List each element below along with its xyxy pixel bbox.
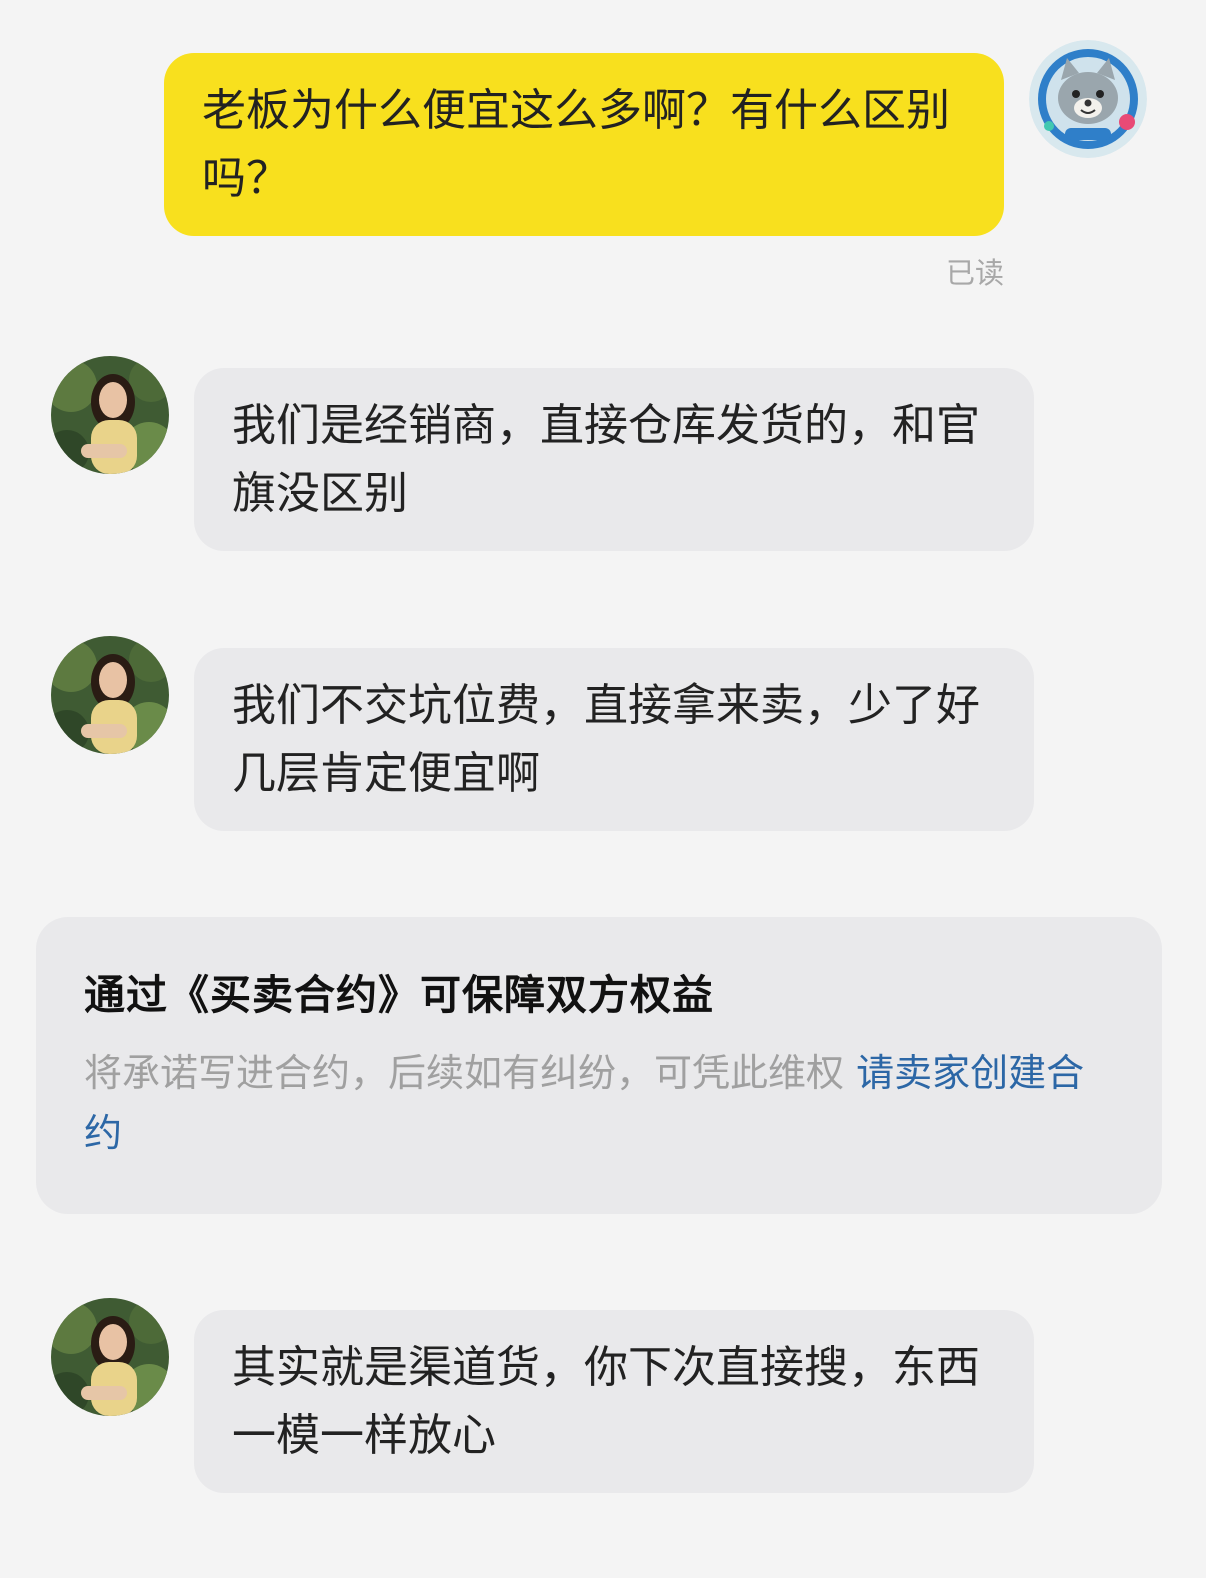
seller-photo-icon bbox=[51, 356, 169, 474]
message-bubble-seller[interactable]: 我们是经销商，直接仓库发货的，和官旗没区别 bbox=[194, 368, 1034, 551]
message-bubble-self[interactable]: 老板为什么便宜这么多啊？有什么区别吗？ bbox=[164, 53, 1004, 236]
message-bubble-seller[interactable]: 我们不交坑位费，直接拿来卖，少了好几层肯定便宜啊 bbox=[194, 648, 1034, 831]
cat-avatar-icon bbox=[1029, 40, 1147, 158]
seller-photo-icon bbox=[51, 1298, 169, 1416]
seller-avatar[interactable] bbox=[51, 636, 169, 754]
seller-photo-icon bbox=[51, 636, 169, 754]
message-bubble-seller[interactable]: 其实就是渠道货，你下次直接搜，东西一模一样放心 bbox=[194, 1310, 1034, 1493]
self-avatar[interactable] bbox=[1029, 40, 1147, 158]
contract-notice-card: 通过《买卖合约》可保障双方权益 将承诺写进合约，后续如有纠纷，可凭此维权 请卖家… bbox=[36, 917, 1162, 1214]
contract-title: 通过《买卖合约》可保障双方权益 bbox=[84, 971, 714, 1019]
seller-avatar[interactable] bbox=[51, 356, 169, 474]
read-receipt: 已读 bbox=[945, 256, 1004, 290]
seller-avatar[interactable] bbox=[51, 1298, 169, 1416]
contract-description: 将承诺写进合约，后续如有纠纷，可凭此维权 请卖家创建合约 bbox=[84, 1043, 1114, 1163]
contract-description-text: 将承诺写进合约，后续如有纠纷，可凭此维权 bbox=[84, 1051, 845, 1095]
